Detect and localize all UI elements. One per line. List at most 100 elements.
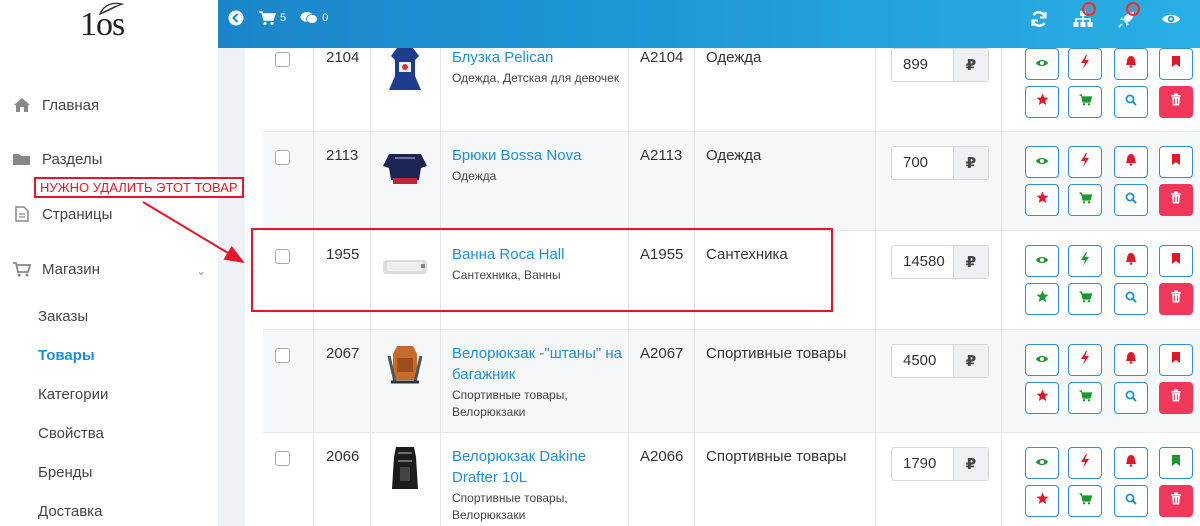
sidebar-item-products[interactable]: Товары xyxy=(38,347,95,364)
flash-button[interactable] xyxy=(1068,146,1102,178)
eye-icon xyxy=(1162,14,1180,24)
product-thumbnail[interactable] xyxy=(381,342,429,390)
flash-button[interactable] xyxy=(1068,344,1102,376)
cell-divider xyxy=(313,132,314,230)
cart-icon xyxy=(1079,492,1092,510)
notify-button[interactable] xyxy=(1114,344,1148,376)
bookmark-button[interactable] xyxy=(1159,447,1193,479)
product-title-link[interactable]: Брюки Bossa Nova xyxy=(452,145,632,166)
ruble-icon: ₽ xyxy=(952,147,988,179)
sidebar-item-brands[interactable]: Бренды xyxy=(38,464,92,481)
bookmark-button[interactable] xyxy=(1159,146,1193,178)
nav-pages[interactable]: Страницы xyxy=(12,203,112,225)
price-value[interactable]: 899 xyxy=(892,49,953,81)
price-value[interactable]: 700 xyxy=(892,147,953,179)
view-button[interactable] xyxy=(1025,344,1059,376)
view-button[interactable] xyxy=(1025,146,1059,178)
row-checkbox[interactable] xyxy=(275,150,290,165)
product-title-link[interactable]: Велорюкзак Dakine Drafter 10L xyxy=(452,446,632,488)
nav-sections[interactable]: Разделы xyxy=(12,148,102,170)
sidebar-item-orders[interactable]: Заказы xyxy=(38,308,88,325)
notify-button[interactable] xyxy=(1114,146,1148,178)
bookmark-button[interactable] xyxy=(1159,48,1193,80)
product-thumbnail[interactable] xyxy=(381,445,429,493)
add-to-cart-button[interactable] xyxy=(1068,184,1102,216)
ruble-icon: ₽ xyxy=(952,49,988,81)
preview-button[interactable] xyxy=(1160,8,1182,30)
delete-button[interactable] xyxy=(1159,485,1193,517)
back-button[interactable] xyxy=(228,10,244,26)
product-subtitle: Спортивные товары, Велорюкзаки xyxy=(452,388,568,419)
bookmark-icon xyxy=(1171,454,1181,472)
chevron-down-icon[interactable]: ⌄ xyxy=(196,264,206,278)
sidebar-item-categories[interactable]: Категории xyxy=(38,386,108,403)
product-thumbnail[interactable] xyxy=(381,48,429,94)
price-value[interactable]: 4500 xyxy=(892,345,953,377)
favorite-button[interactable] xyxy=(1025,485,1059,517)
add-to-cart-button[interactable] xyxy=(1068,382,1102,414)
price-field[interactable]: 14580 ₽ xyxy=(891,245,989,279)
bookmark-button[interactable] xyxy=(1159,245,1193,277)
price-value[interactable]: 14580 xyxy=(892,246,953,278)
eye-icon xyxy=(1035,55,1049,73)
search-button[interactable] xyxy=(1114,283,1148,315)
row-checkbox[interactable] xyxy=(275,451,290,466)
delete-button[interactable] xyxy=(1159,86,1193,118)
view-button[interactable] xyxy=(1025,447,1059,479)
rocket-button[interactable] xyxy=(1116,2,1140,30)
add-to-cart-button[interactable] xyxy=(1068,283,1102,315)
alert-dot xyxy=(1126,2,1140,16)
price-field[interactable]: 899 ₽ xyxy=(891,48,989,82)
sidebar-item-delivery[interactable]: Доставка xyxy=(38,503,102,520)
add-to-cart-button[interactable] xyxy=(1068,86,1102,118)
cart-button[interactable]: 5 xyxy=(258,10,286,26)
flash-button[interactable] xyxy=(1068,48,1102,80)
favorite-button[interactable] xyxy=(1025,86,1059,118)
favorite-button[interactable] xyxy=(1025,184,1059,216)
price-field[interactable]: 1790 ₽ xyxy=(891,447,989,481)
notify-button[interactable] xyxy=(1114,245,1148,277)
add-to-cart-button[interactable] xyxy=(1068,485,1102,517)
cell-divider xyxy=(694,433,695,526)
search-button[interactable] xyxy=(1114,485,1148,517)
product-sku: A2067 xyxy=(640,345,684,362)
cell-divider xyxy=(1001,231,1002,329)
favorite-button[interactable] xyxy=(1025,382,1059,414)
search-button[interactable] xyxy=(1114,382,1148,414)
view-button[interactable] xyxy=(1025,48,1059,80)
search-button[interactable] xyxy=(1114,86,1148,118)
product-title-link[interactable]: Велорюкзак -"штаны" на багажник xyxy=(452,343,632,385)
cell-divider xyxy=(370,48,371,131)
notify-button[interactable] xyxy=(1114,447,1148,479)
price-value[interactable]: 1790 xyxy=(892,448,953,480)
delete-button[interactable] xyxy=(1159,283,1193,315)
nav-shop[interactable]: Магазин xyxy=(12,258,100,280)
refresh-button[interactable] xyxy=(1028,8,1050,30)
flash-button[interactable] xyxy=(1068,447,1102,479)
favorite-button[interactable] xyxy=(1025,283,1059,315)
view-button[interactable] xyxy=(1025,245,1059,277)
row-checkbox[interactable] xyxy=(275,348,290,363)
delete-button[interactable] xyxy=(1159,184,1193,216)
nav-home[interactable]: Главная xyxy=(12,94,99,116)
price-field[interactable]: 4500 ₽ xyxy=(891,344,989,378)
product-title-link[interactable]: Блузка Pelican xyxy=(452,48,632,68)
sidebar-item-properties[interactable]: Свойства xyxy=(38,425,104,442)
logo[interactable]: 1os xyxy=(78,2,138,46)
sitemap-button[interactable] xyxy=(1072,2,1096,30)
star-icon xyxy=(1036,93,1049,111)
bookmark-button[interactable] xyxy=(1159,344,1193,376)
search-button[interactable] xyxy=(1114,184,1148,216)
notify-button[interactable] xyxy=(1114,48,1148,80)
flash-button[interactable] xyxy=(1068,245,1102,277)
star-icon xyxy=(1036,389,1049,407)
messages-button[interactable]: 0 xyxy=(300,11,328,25)
table-row: 2104 Блузка Pelican Одежда, Детская для … xyxy=(263,48,1200,132)
nav-home-label: Главная xyxy=(42,96,100,114)
delete-button[interactable] xyxy=(1159,382,1193,414)
product-thumbnail[interactable] xyxy=(381,144,429,192)
price-field[interactable]: 700 ₽ xyxy=(891,146,989,180)
row-checkbox[interactable] xyxy=(275,52,290,67)
nav-shop-label: Магазин xyxy=(42,260,100,278)
table-row: 2066 Велорюкзак Dakine Drafter 10L Спорт… xyxy=(263,433,1200,526)
